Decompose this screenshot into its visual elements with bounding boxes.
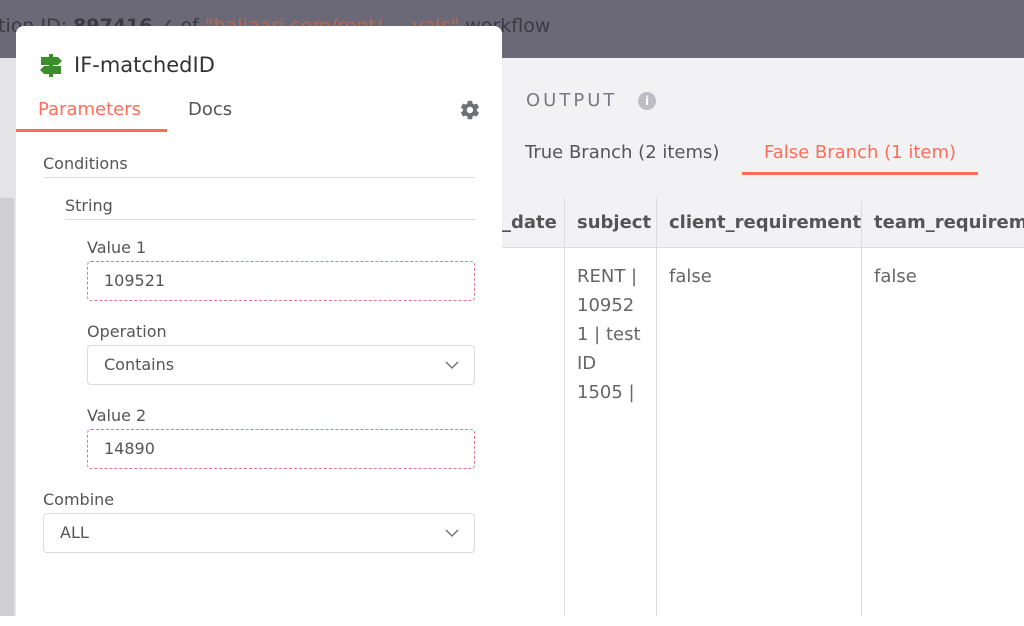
output-title: OUTPUT: [526, 90, 618, 111]
value2-input[interactable]: 14890: [87, 429, 475, 469]
table-cell-subject: RENT | 109521 | test ID 1505 |: [565, 248, 657, 616]
value1-input[interactable]: 109521: [87, 261, 475, 301]
column-header-date[interactable]: _date: [502, 198, 565, 248]
chevron-down-icon: [445, 529, 459, 538]
value2-label: Value 2: [87, 406, 147, 425]
parameters-body: Conditions String Value 1 109521 Operati…: [16, 132, 502, 626]
string-heading: String: [65, 196, 475, 220]
output-panel: OUTPUT i True Branch (2 items) False Bra…: [502, 58, 1024, 616]
conditions-heading: Conditions: [43, 154, 475, 178]
modal-header: IF-matchedID Parameters Docs: [16, 26, 502, 132]
active-tab-indicator: [742, 172, 978, 175]
chevron-down-icon: [445, 361, 459, 370]
signpost-icon: [40, 54, 62, 77]
scrollbar[interactable]: [0, 198, 14, 616]
combine-select[interactable]: ALL: [43, 513, 475, 553]
left-scroll-strip: [0, 58, 16, 616]
tab-true-branch[interactable]: True Branch (2 items): [525, 142, 719, 163]
node-parameters-modal: IF-matchedID Parameters Docs Conditions …: [16, 26, 502, 626]
column-header-subject[interactable]: subject: [565, 198, 657, 248]
tab-false-branch[interactable]: False Branch (1 item): [764, 142, 956, 163]
node-title[interactable]: IF-matchedID: [74, 53, 215, 77]
column-header-team-requirement[interactable]: team_requireme: [862, 198, 1024, 248]
operation-selected-value: Contains: [104, 355, 175, 374]
combine-selected-value: ALL: [60, 523, 89, 542]
table-cell-client-requirement: false: [657, 248, 862, 616]
operation-label: Operation: [87, 322, 167, 341]
gear-icon[interactable]: [459, 99, 481, 121]
info-icon[interactable]: i: [638, 92, 656, 110]
output-table: _date subject client_requirement team_re…: [502, 198, 1024, 616]
tab-docs[interactable]: Docs: [188, 99, 232, 120]
table-cell-team-requirement: false: [874, 266, 917, 287]
tab-parameters[interactable]: Parameters: [38, 99, 141, 120]
operation-select[interactable]: Contains: [87, 345, 475, 385]
value1-label: Value 1: [87, 238, 147, 257]
combine-label: Combine: [43, 490, 115, 509]
table-cell-date: [502, 248, 565, 616]
column-header-client-requirement[interactable]: client_requirement: [657, 198, 862, 248]
